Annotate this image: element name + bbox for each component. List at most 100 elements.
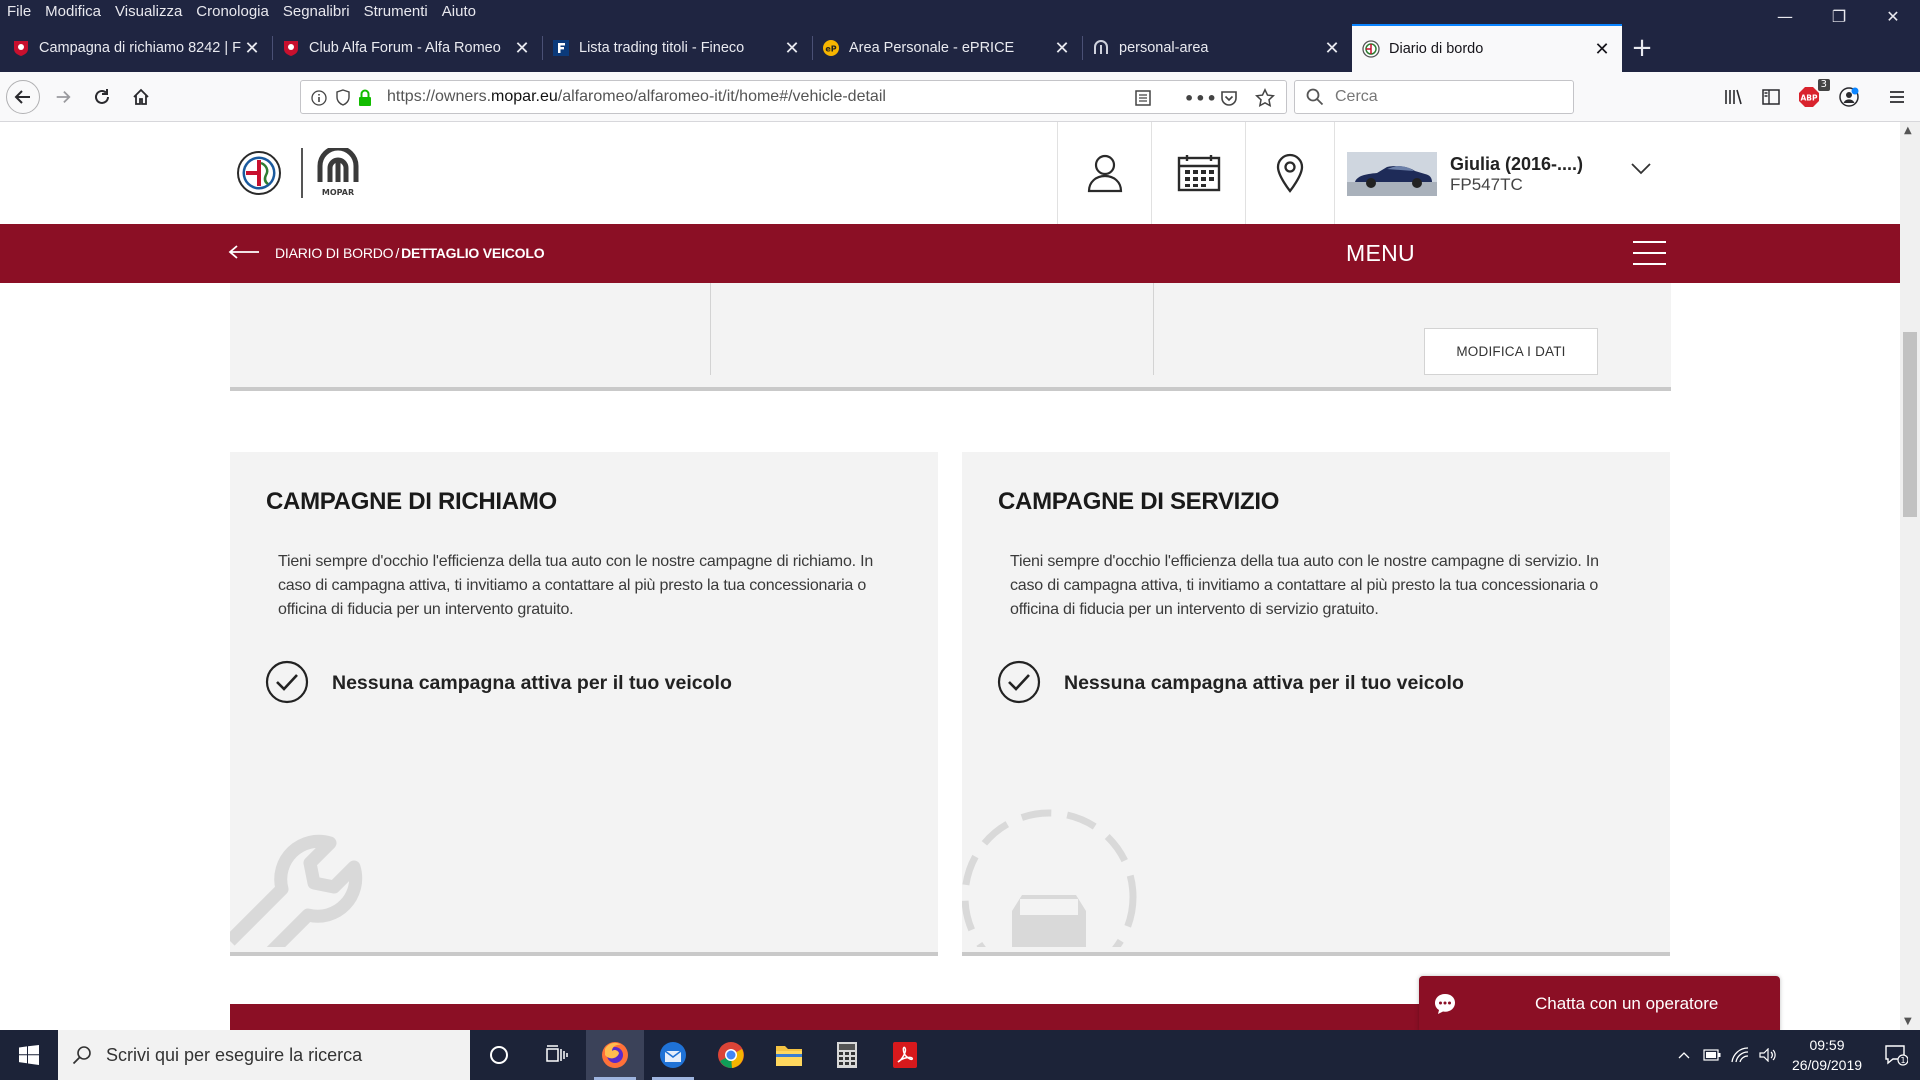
web-page: MOPAR Giulia (2016-....) FP547TC DIARIO: [0, 122, 1900, 1030]
battery-icon[interactable]: [1698, 1030, 1726, 1080]
search-icon: [1295, 88, 1335, 106]
recall-description: Tieni sempre d'occhio l'efficienza della…: [278, 553, 874, 618]
menu-visualizza[interactable]: Visualizza: [108, 0, 189, 24]
adblock-button[interactable]: ABP 3: [1792, 79, 1830, 114]
svg-text:MOPAR: MOPAR: [322, 188, 354, 197]
adblock-icon: ABP: [1799, 87, 1819, 107]
task-view-button[interactable]: [528, 1030, 586, 1080]
scroll-down-icon[interactable]: ▼: [1904, 1016, 1912, 1027]
menu-segnalibri[interactable]: Segnalibri: [276, 0, 357, 24]
url-path: /alfaromeo/alfaromeo-it/it/home#/vehicle…: [557, 88, 886, 105]
chat-with-operator-button[interactable]: Chatta con un operatore: [1419, 976, 1780, 1030]
menu-cronologia[interactable]: Cronologia: [189, 0, 276, 24]
menu-file[interactable]: File: [0, 0, 38, 24]
dealer-locator-button[interactable]: [1245, 122, 1334, 224]
home-icon: [133, 88, 149, 105]
vehicle-data-panel: MODIFICA I DATI: [230, 283, 1671, 391]
close-tab-icon[interactable]: ✕: [512, 38, 532, 59]
pocket-icon[interactable]: [1220, 87, 1238, 109]
tab-campagna-richiamo[interactable]: Campagna di richiamo 8242 | F ✕: [2, 24, 272, 72]
tab-strip: Campagna di richiamo 8242 | F ✕ Club Alf…: [0, 24, 1920, 72]
calendar-button[interactable]: [1151, 122, 1245, 224]
windows-taskbar: Scrivi qui per eseguire la ricerca 09:59…: [0, 1030, 1920, 1080]
close-tab-icon[interactable]: ✕: [1592, 39, 1612, 60]
search-bar[interactable]: Cerca: [1294, 80, 1574, 114]
menu-modifica[interactable]: Modifica: [38, 0, 108, 24]
browser-menubar: File Modifica Visualizza Cronologia Segn…: [0, 0, 1920, 26]
chevron-up-icon[interactable]: [1670, 1030, 1698, 1080]
hamburger-menu-icon[interactable]: [1633, 241, 1666, 267]
secure-lock-icon[interactable]: [357, 87, 373, 109]
wifi-icon[interactable]: [1726, 1030, 1754, 1080]
library-button[interactable]: [1716, 80, 1750, 114]
tab-title: Area Personale - ePRICE: [849, 40, 1015, 56]
tab-personal-area[interactable]: personal-area ✕: [1082, 24, 1352, 72]
reload-button[interactable]: [85, 80, 119, 114]
taskbar-chrome[interactable]: [702, 1030, 760, 1080]
tracking-shield-icon[interactable]: [335, 87, 351, 109]
reload-icon: [95, 89, 109, 104]
page-actions-icon[interactable]: •••: [1184, 87, 1218, 109]
service-campaigns-card: CAMPAGNE DI SERVIZIO Tieni sempre d'occh…: [962, 452, 1670, 956]
taskbar-thunderbird[interactable]: [644, 1030, 702, 1080]
sidebar-button[interactable]: [1754, 80, 1788, 114]
edit-data-button[interactable]: MODIFICA I DATI: [1424, 328, 1598, 375]
clock-time: 09:59: [1809, 1037, 1845, 1053]
close-tab-icon[interactable]: ✕: [782, 38, 802, 59]
user-profile-button[interactable]: [1057, 122, 1151, 224]
page-scrollbar[interactable]: ▲ ▼: [1900, 122, 1920, 1030]
tab-eprice[interactable]: eP Area Personale - ePRICE ✕: [812, 24, 1082, 72]
menu-strumenti[interactable]: Strumenti: [357, 0, 435, 24]
url-bar[interactable]: https://owners.mopar.eu/alfaromeo/alfaro…: [300, 80, 1287, 114]
taskbar-file-explorer[interactable]: [760, 1030, 818, 1080]
service-title: CAMPAGNE DI SERVIZIO: [998, 488, 1280, 515]
chevron-down-icon[interactable]: [1631, 162, 1651, 180]
chrome-icon: [718, 1042, 744, 1069]
menu-label[interactable]: MENU: [1346, 240, 1415, 267]
taskbar-firefox[interactable]: [586, 1030, 644, 1080]
reader-view-icon[interactable]: [1134, 87, 1152, 109]
cortana-button[interactable]: [470, 1030, 528, 1080]
taskbar-acrobat[interactable]: [876, 1030, 934, 1080]
tab-fineco[interactable]: Lista trading titoli - Fineco ✕: [542, 24, 812, 72]
close-tab-icon[interactable]: ✕: [1052, 38, 1072, 59]
taskbar-search-box[interactable]: Scrivi qui per eseguire la ricerca: [58, 1030, 470, 1080]
tab-club-alfa-forum[interactable]: Club Alfa Forum - Alfa Romeo ✕: [272, 24, 542, 72]
breadcrumb-parent[interactable]: DIARIO DI BORDO: [275, 245, 394, 261]
close-tab-icon[interactable]: ✕: [242, 38, 262, 59]
new-tab-button[interactable]: +: [1622, 24, 1662, 72]
folder-icon: [776, 1046, 802, 1066]
recall-status: Nessuna campagna attiva per il tuo veico…: [332, 672, 732, 694]
tab-diario-di-bordo[interactable]: Diario di bordo ✕: [1352, 24, 1622, 72]
forward-button[interactable]: [46, 80, 80, 114]
url-prefix: https://owners.: [387, 88, 492, 105]
section-nav-bar: DIARIO DI BORDO / DETTAGLIO VEICOLO MENU: [0, 224, 1900, 283]
menu-aiuto[interactable]: Aiuto: [435, 0, 483, 24]
taskbar-search-placeholder: Scrivi qui per eseguire la ricerca: [106, 1044, 363, 1065]
user-icon: [1087, 154, 1122, 193]
app-menu-button[interactable]: [1880, 80, 1914, 114]
back-arrow-icon[interactable]: [228, 244, 260, 265]
volume-icon[interactable]: [1754, 1030, 1782, 1080]
back-button[interactable]: [6, 80, 40, 114]
car-thumbnail: [1347, 152, 1437, 196]
eprice-icon: eP: [822, 39, 840, 57]
close-tab-icon[interactable]: ✕: [1322, 38, 1342, 59]
system-clock[interactable]: 09:59 26/09/2019: [1782, 1035, 1872, 1075]
start-button[interactable]: [0, 1030, 58, 1080]
scrollbar-thumb[interactable]: [1903, 332, 1917, 517]
scroll-up-icon[interactable]: ▲: [1904, 125, 1912, 136]
bookmark-star-icon[interactable]: [1255, 87, 1275, 109]
info-icon[interactable]: [311, 87, 327, 109]
action-center-button[interactable]: 1: [1872, 1030, 1920, 1080]
alfa-romeo-logo[interactable]: [237, 151, 281, 195]
check-circle-icon: [265, 660, 309, 704]
forward-arrow-icon: [56, 90, 71, 104]
home-button[interactable]: [124, 80, 158, 114]
mopar-logo[interactable]: MOPAR: [316, 145, 360, 198]
search-icon: [58, 1045, 106, 1065]
cortana-circle-icon: [490, 1046, 508, 1064]
taskbar-calculator[interactable]: [818, 1030, 876, 1080]
vehicle-selector[interactable]: Giulia (2016-....) FP547TC: [1334, 122, 1900, 224]
account-button[interactable]: [1832, 80, 1866, 114]
